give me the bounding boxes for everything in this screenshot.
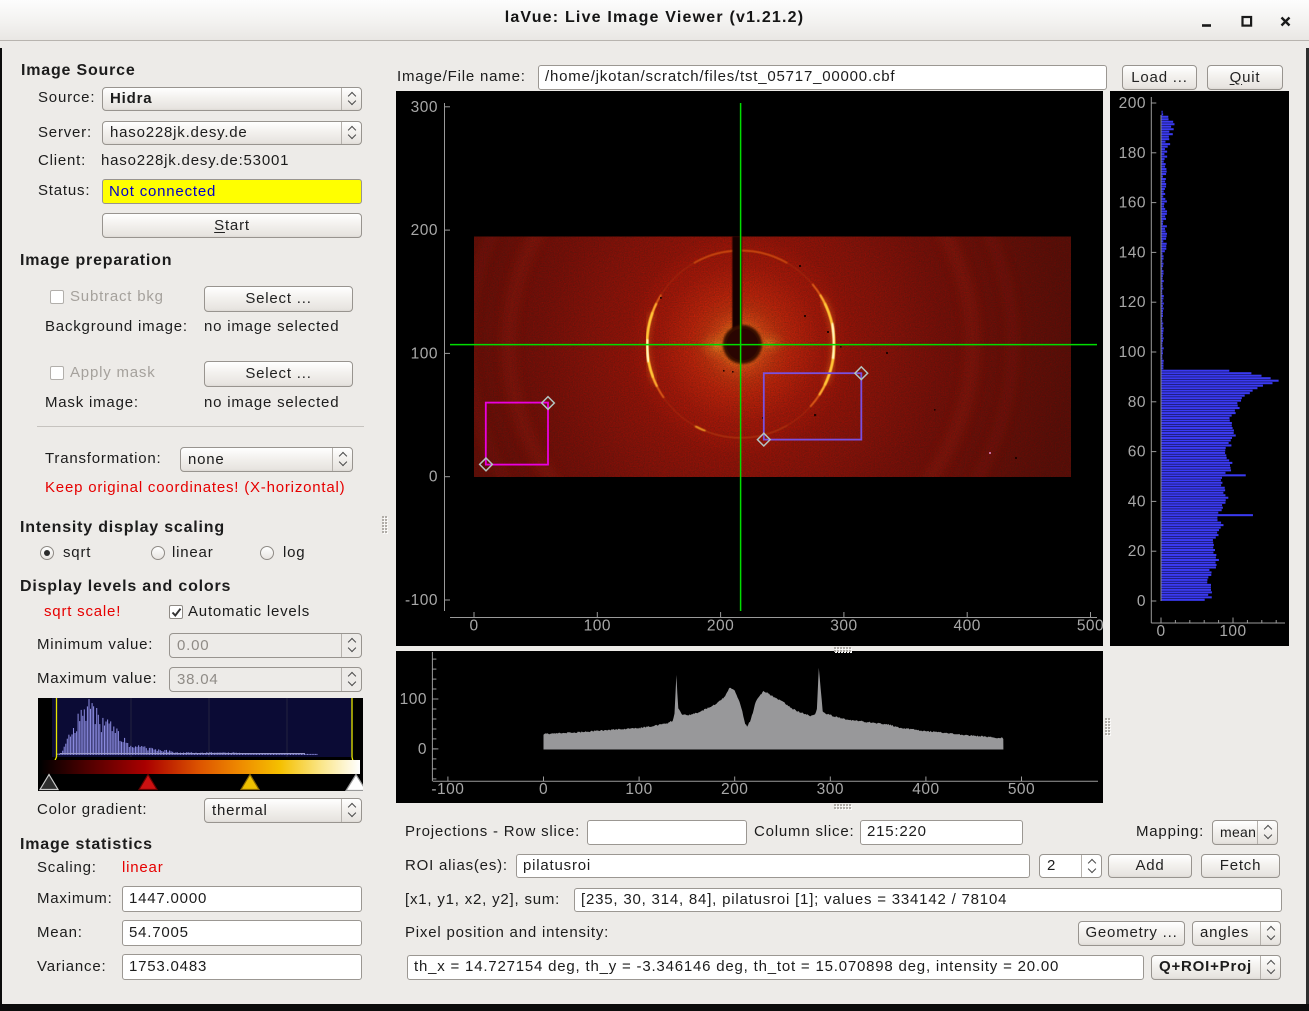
svg-text:-100: -100 xyxy=(405,592,438,609)
svg-text:160: 160 xyxy=(1119,195,1146,212)
svg-text:0: 0 xyxy=(429,469,438,486)
svg-text:0: 0 xyxy=(418,741,427,758)
svg-text:300: 300 xyxy=(411,99,438,116)
svg-text:300: 300 xyxy=(830,618,857,635)
svg-text:140: 140 xyxy=(1119,244,1146,261)
svg-text:100: 100 xyxy=(584,618,611,635)
svg-text:200: 200 xyxy=(1119,95,1146,112)
svg-text:100: 100 xyxy=(1119,344,1146,361)
svg-text:0: 0 xyxy=(1156,623,1165,640)
svg-text:100: 100 xyxy=(411,345,438,362)
svg-text:0: 0 xyxy=(469,618,478,635)
svg-text:200: 200 xyxy=(411,222,438,239)
svg-text:100: 100 xyxy=(625,781,652,798)
svg-text:120: 120 xyxy=(1119,294,1146,311)
svg-text:0: 0 xyxy=(539,781,548,798)
svg-text:200: 200 xyxy=(721,781,748,798)
svg-text:200: 200 xyxy=(707,618,734,635)
svg-text:100: 100 xyxy=(400,691,427,708)
svg-text:40: 40 xyxy=(1128,493,1146,510)
svg-text:400: 400 xyxy=(954,618,981,635)
svg-text:20: 20 xyxy=(1128,543,1146,560)
svg-text:300: 300 xyxy=(817,781,844,798)
svg-text:80: 80 xyxy=(1128,394,1146,411)
svg-text:500: 500 xyxy=(1008,781,1035,798)
svg-text:-100: -100 xyxy=(431,781,464,798)
svg-text:60: 60 xyxy=(1128,444,1146,461)
svg-text:100: 100 xyxy=(1219,623,1246,640)
svg-text:500: 500 xyxy=(1077,618,1103,635)
svg-text:0: 0 xyxy=(1137,593,1146,610)
svg-text:180: 180 xyxy=(1119,145,1146,162)
svg-text:400: 400 xyxy=(912,781,939,798)
